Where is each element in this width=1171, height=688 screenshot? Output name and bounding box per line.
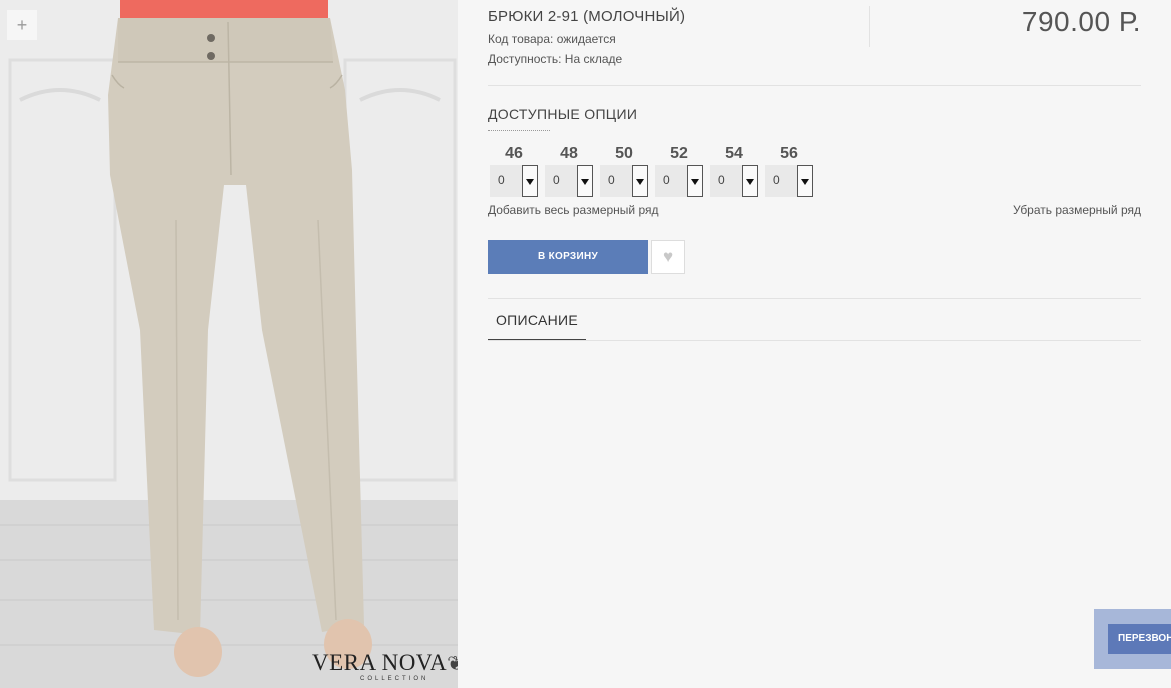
tabs-divider (488, 340, 1141, 341)
wishlist-button[interactable]: ♥ (651, 240, 685, 274)
size-label: 46 (505, 145, 523, 162)
size-option: 50 0 (600, 145, 648, 197)
dropdown-arrow-icon[interactable] (577, 165, 593, 197)
brand-logo: VERA NOVA❦ (312, 650, 458, 676)
size-label: 56 (780, 145, 798, 162)
divider (488, 298, 1141, 299)
add-size-row-link[interactable]: Добавить весь размерный ряд (488, 203, 659, 217)
brand-logo-subtitle: COLLECTION (360, 676, 429, 682)
size-quantity-value: 0 (498, 173, 505, 187)
size-quantity-select[interactable]: 0 (655, 165, 703, 197)
remove-size-row-link[interactable]: Убрать размерный ряд (1013, 203, 1141, 217)
dropdown-arrow-icon[interactable] (687, 165, 703, 197)
size-option: 54 0 (710, 145, 758, 197)
product-price: 790.00 Р. (1021, 6, 1141, 37)
size-quantity-value: 0 (553, 173, 560, 187)
size-label: 52 (670, 145, 688, 162)
tab-description[interactable]: ОПИСАНИЕ (488, 300, 586, 341)
brand-logo-text: VERA NOVA (312, 650, 448, 675)
dropdown-arrow-icon[interactable] (632, 165, 648, 197)
size-option: 46 0 (490, 145, 538, 197)
size-quantity-select[interactable]: 0 (710, 165, 758, 197)
size-quantity-select[interactable]: 0 (600, 165, 648, 197)
size-option: 48 0 (545, 145, 593, 197)
size-quantity-value: 0 (608, 173, 615, 187)
size-quantity-select[interactable]: 0 (490, 165, 538, 197)
size-quantity-select[interactable]: 0 (765, 165, 813, 197)
size-label: 48 (560, 145, 578, 162)
size-option: 52 0 (655, 145, 703, 197)
add-to-cart-button[interactable]: В КОРЗИНУ (488, 240, 648, 274)
heart-icon: ♥ (662, 247, 674, 266)
product-photo[interactable]: + VERA NOVA❦ COLLECTION (0, 0, 458, 688)
divider (488, 85, 1141, 86)
options-heading-underline (488, 130, 550, 131)
product-sku: Код товара: ожидается (488, 32, 616, 46)
dropdown-arrow-icon[interactable] (797, 165, 813, 197)
dropdown-arrow-icon[interactable] (742, 165, 758, 197)
size-label: 54 (725, 145, 743, 162)
size-option: 56 0 (765, 145, 813, 197)
callback-button[interactable]: ПЕРЕЗВОНИТЕ (1108, 624, 1171, 654)
options-heading: ДОСТУПНЫЕ ОПЦИИ (488, 106, 638, 122)
header-divider (869, 6, 870, 47)
leaf-icon: ❦ (447, 653, 458, 675)
size-quantity-value: 0 (663, 173, 670, 187)
size-label: 50 (615, 145, 633, 162)
size-quantity-value: 0 (773, 173, 780, 187)
size-quantity-select[interactable]: 0 (545, 165, 593, 197)
product-photo-image (0, 0, 458, 688)
product-title: БРЮКИ 2-91 (МОЛОЧНЫЙ) (488, 8, 686, 25)
product-availability: Доступность: На складе (488, 52, 623, 66)
size-quantity-value: 0 (718, 173, 725, 187)
callback-widget: ПЕРЕЗВОНИТЕ (1094, 609, 1171, 669)
dropdown-arrow-icon[interactable] (522, 165, 538, 197)
zoom-button[interactable]: + (7, 10, 37, 40)
